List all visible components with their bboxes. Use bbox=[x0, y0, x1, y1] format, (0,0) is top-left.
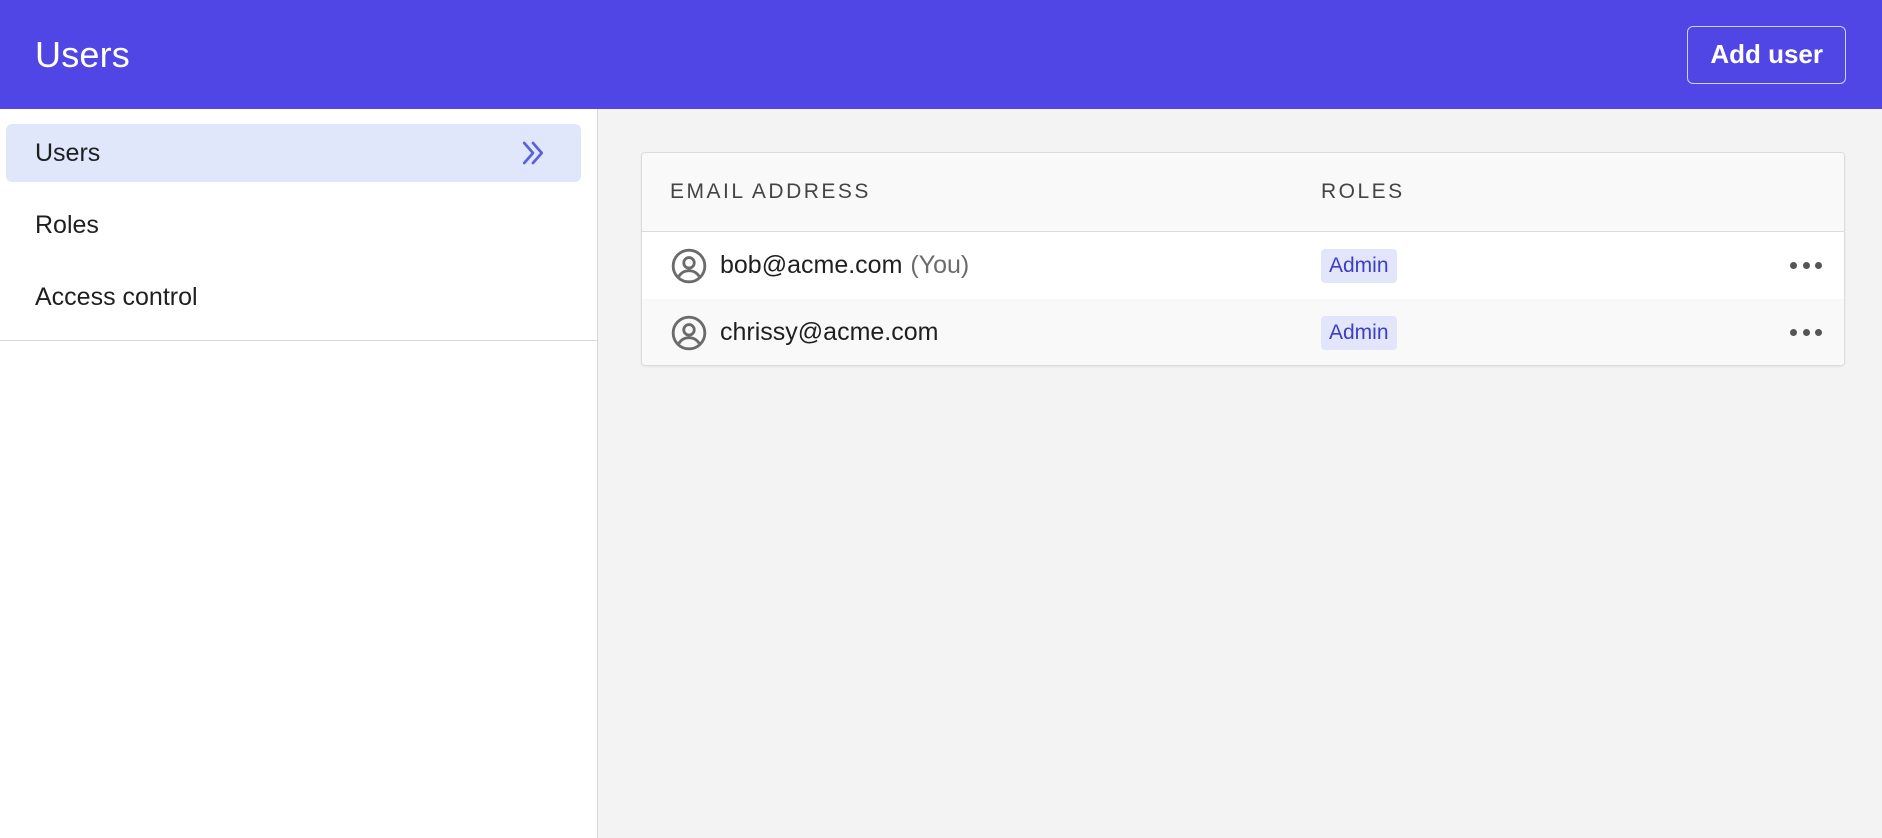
roles-cell: Admin bbox=[1321, 248, 1844, 283]
role-badge: Admin bbox=[1321, 315, 1397, 350]
email-cell: chrissy@acme.com bbox=[642, 314, 1321, 352]
sidebar-item-users[interactable]: Users bbox=[6, 124, 581, 182]
more-actions-icon[interactable] bbox=[1790, 328, 1822, 338]
user-circle-icon bbox=[671, 315, 707, 350]
page-title: Users bbox=[35, 33, 131, 75]
add-user-button[interactable]: Add user bbox=[1687, 25, 1846, 84]
user-circle-icon bbox=[671, 248, 707, 283]
sidebar-item-label: Access control bbox=[35, 282, 198, 311]
table-row: bob@acme.com (You) Admin bbox=[642, 232, 1844, 299]
table-header: EMAIL ADDRESS ROLES bbox=[642, 153, 1844, 232]
email-cell: bob@acme.com (You) bbox=[642, 247, 1321, 285]
dot bbox=[1790, 329, 1797, 336]
main-content: EMAIL ADDRESS ROLES bob@acme.com (You) A… bbox=[599, 109, 1882, 838]
sidebar-item-label: Roles bbox=[35, 210, 99, 239]
dot bbox=[1815, 329, 1822, 336]
dot bbox=[1815, 262, 1822, 269]
current-user-tag: (You) bbox=[910, 251, 970, 279]
dot bbox=[1802, 262, 1810, 269]
sidebar-item-roles[interactable]: Roles bbox=[6, 196, 581, 254]
user-email: chrissy@acme.com bbox=[720, 318, 939, 346]
sidebar-item-access-control[interactable]: Access control bbox=[6, 268, 581, 326]
app-root: Users Add user Users Roles Access contro… bbox=[0, 0, 1882, 838]
dot bbox=[1802, 329, 1810, 336]
sidebar-item-label: Users bbox=[35, 138, 101, 167]
more-actions-icon[interactable] bbox=[1790, 261, 1822, 271]
users-table: EMAIL ADDRESS ROLES bob@acme.com (You) A… bbox=[641, 152, 1845, 366]
chevrons-right-icon bbox=[522, 141, 544, 165]
column-header-email: EMAIL ADDRESS bbox=[670, 180, 871, 203]
sidebar: Users Roles Access control bbox=[0, 109, 598, 838]
user-email: bob@acme.com bbox=[720, 251, 903, 279]
roles-cell: Admin bbox=[1321, 315, 1844, 350]
top-header: Users Add user bbox=[0, 0, 1882, 109]
column-header-roles: ROLES bbox=[1321, 180, 1405, 203]
role-badge: Admin bbox=[1321, 248, 1397, 283]
sidebar-nav: Users Roles Access control bbox=[0, 109, 597, 341]
table-row: chrissy@acme.com Admin bbox=[642, 299, 1844, 365]
dot bbox=[1790, 262, 1797, 269]
